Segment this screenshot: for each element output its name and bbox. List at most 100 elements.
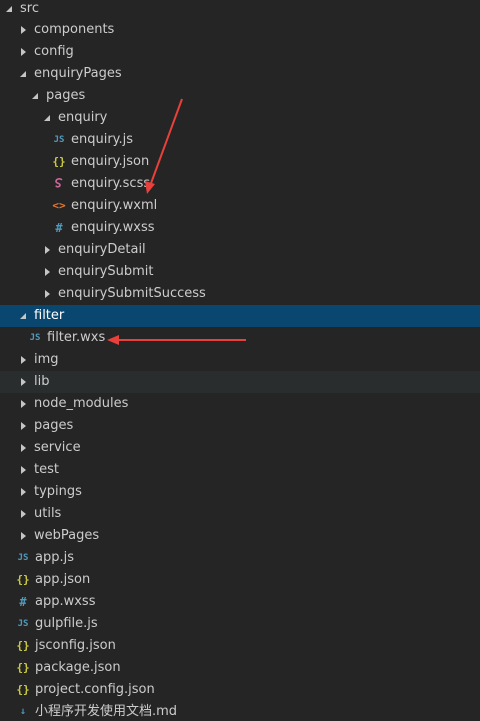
chevron-right-icon[interactable] xyxy=(42,244,54,256)
chevron-right-icon[interactable] xyxy=(18,442,30,454)
chevron-right-icon[interactable] xyxy=(18,486,30,498)
hash-file-icon: # xyxy=(55,221,63,235)
folder-node-modules[interactable]: node_modules xyxy=(0,393,480,415)
json-file-icon: {} xyxy=(16,661,30,674)
js-file-icon: JS xyxy=(29,333,41,343)
chevron-expanded-icon[interactable] xyxy=(18,68,30,80)
file-label: gulpfile.js xyxy=(35,616,98,631)
folder-label: img xyxy=(34,352,59,367)
file-label: project.config.json xyxy=(35,682,155,697)
folder-label: src xyxy=(20,1,39,16)
file-label: app.js xyxy=(35,550,74,565)
chevron-expanded-icon[interactable] xyxy=(30,90,42,102)
folder-enquiryPages[interactable]: enquiryPages xyxy=(0,63,480,85)
file-enquiry-scss[interactable]: enquiry.scss xyxy=(0,173,480,195)
folder-label: pages xyxy=(34,418,74,433)
chevron-right-icon[interactable] xyxy=(18,354,30,366)
folder-src[interactable]: src xyxy=(0,0,480,20)
json-file-icon: {} xyxy=(52,155,66,168)
file-readme-md[interactable]: ↓ 小程序开发使用文档.md xyxy=(0,701,480,721)
file-gulpfile-js[interactable]: JS gulpfile.js xyxy=(0,613,480,635)
folder-enquirySubmit[interactable]: enquirySubmit xyxy=(0,261,480,283)
file-label: enquiry.js xyxy=(71,132,134,147)
js-file-icon: JS xyxy=(53,135,65,145)
file-label: filter.wxs xyxy=(47,330,106,345)
file-explorer-tree: src components config enquiryPages pages… xyxy=(0,0,480,721)
markdown-file-icon: ↓ xyxy=(19,706,27,717)
folder-label: components xyxy=(34,22,115,37)
file-label: app.json xyxy=(35,572,91,587)
chevron-expanded-icon[interactable] xyxy=(18,310,30,322)
xml-file-icon: <> xyxy=(52,199,66,212)
file-app-json[interactable]: {} app.json xyxy=(0,569,480,591)
chevron-right-icon[interactable] xyxy=(18,46,30,58)
folder-label: webPages xyxy=(34,528,100,543)
folder-enquiryDetail[interactable]: enquiryDetail xyxy=(0,239,480,261)
folder-pages-nested[interactable]: pages xyxy=(0,85,480,107)
file-app-wxss[interactable]: # app.wxss xyxy=(0,591,480,613)
json-file-icon: {} xyxy=(16,639,30,652)
chevron-right-icon[interactable] xyxy=(18,464,30,476)
file-filter-wxs[interactable]: JS filter.wxs xyxy=(0,327,480,349)
folder-config[interactable]: config xyxy=(0,41,480,63)
js-file-icon: JS xyxy=(17,553,29,563)
file-label: enquiry.json xyxy=(71,154,150,169)
file-label: app.wxss xyxy=(35,594,96,609)
folder-lib[interactable]: lib xyxy=(0,371,480,393)
file-enquiry-js[interactable]: JS enquiry.js xyxy=(0,129,480,151)
folder-enquiry[interactable]: enquiry xyxy=(0,107,480,129)
folder-label: enquiryDetail xyxy=(58,242,146,257)
folder-enquirySubmitSuccess[interactable]: enquirySubmitSuccess xyxy=(0,283,480,305)
chevron-right-icon[interactable] xyxy=(18,420,30,432)
file-enquiry-wxml[interactable]: <> enquiry.wxml xyxy=(0,195,480,217)
sass-file-icon xyxy=(51,177,67,191)
chevron-expanded-icon[interactable] xyxy=(4,3,16,15)
folder-service[interactable]: service xyxy=(0,437,480,459)
file-label: jsconfig.json xyxy=(35,638,116,653)
folder-label: config xyxy=(34,44,74,59)
file-enquiry-wxss[interactable]: # enquiry.wxss xyxy=(0,217,480,239)
folder-label: lib xyxy=(34,374,50,389)
file-label: enquiry.scss xyxy=(71,176,151,191)
json-file-icon: {} xyxy=(16,683,30,696)
hash-file-icon: # xyxy=(19,595,27,609)
folder-label: node_modules xyxy=(34,396,129,411)
folder-pages[interactable]: pages xyxy=(0,415,480,437)
folder-label: pages xyxy=(46,88,86,103)
folder-webPages[interactable]: webPages xyxy=(0,525,480,547)
file-label: enquiry.wxss xyxy=(71,220,155,235)
file-package-json[interactable]: {} package.json xyxy=(0,657,480,679)
chevron-expanded-icon[interactable] xyxy=(42,112,54,124)
file-project-config-json[interactable]: {} project.config.json xyxy=(0,679,480,701)
js-file-icon: JS xyxy=(17,619,29,629)
folder-label: enquiry xyxy=(58,110,108,125)
file-jsconfig-json[interactable]: {} jsconfig.json xyxy=(0,635,480,657)
folder-label: utils xyxy=(34,506,62,521)
chevron-right-icon[interactable] xyxy=(18,24,30,36)
chevron-right-icon[interactable] xyxy=(18,508,30,520)
folder-label: enquiryPages xyxy=(34,66,122,81)
file-enquiry-json[interactable]: {} enquiry.json xyxy=(0,151,480,173)
folder-label: service xyxy=(34,440,81,455)
folder-label: enquirySubmit xyxy=(58,264,154,279)
chevron-right-icon[interactable] xyxy=(18,376,30,388)
folder-label: test xyxy=(34,462,59,477)
folder-img[interactable]: img xyxy=(0,349,480,371)
folder-label: enquirySubmitSuccess xyxy=(58,286,206,301)
folder-label: filter xyxy=(34,308,65,323)
folder-label: typings xyxy=(34,484,82,499)
folder-typings[interactable]: typings xyxy=(0,481,480,503)
chevron-right-icon[interactable] xyxy=(18,530,30,542)
chevron-right-icon[interactable] xyxy=(18,398,30,410)
json-file-icon: {} xyxy=(16,573,30,586)
file-app-js[interactable]: JS app.js xyxy=(0,547,480,569)
chevron-right-icon[interactable] xyxy=(42,288,54,300)
file-label: 小程序开发使用文档.md xyxy=(35,704,178,719)
file-label: enquiry.wxml xyxy=(71,198,158,213)
folder-test[interactable]: test xyxy=(0,459,480,481)
folder-filter[interactable]: filter xyxy=(0,305,480,327)
folder-components[interactable]: components xyxy=(0,19,480,41)
file-label: package.json xyxy=(35,660,121,675)
folder-utils[interactable]: utils xyxy=(0,503,480,525)
chevron-right-icon[interactable] xyxy=(42,266,54,278)
